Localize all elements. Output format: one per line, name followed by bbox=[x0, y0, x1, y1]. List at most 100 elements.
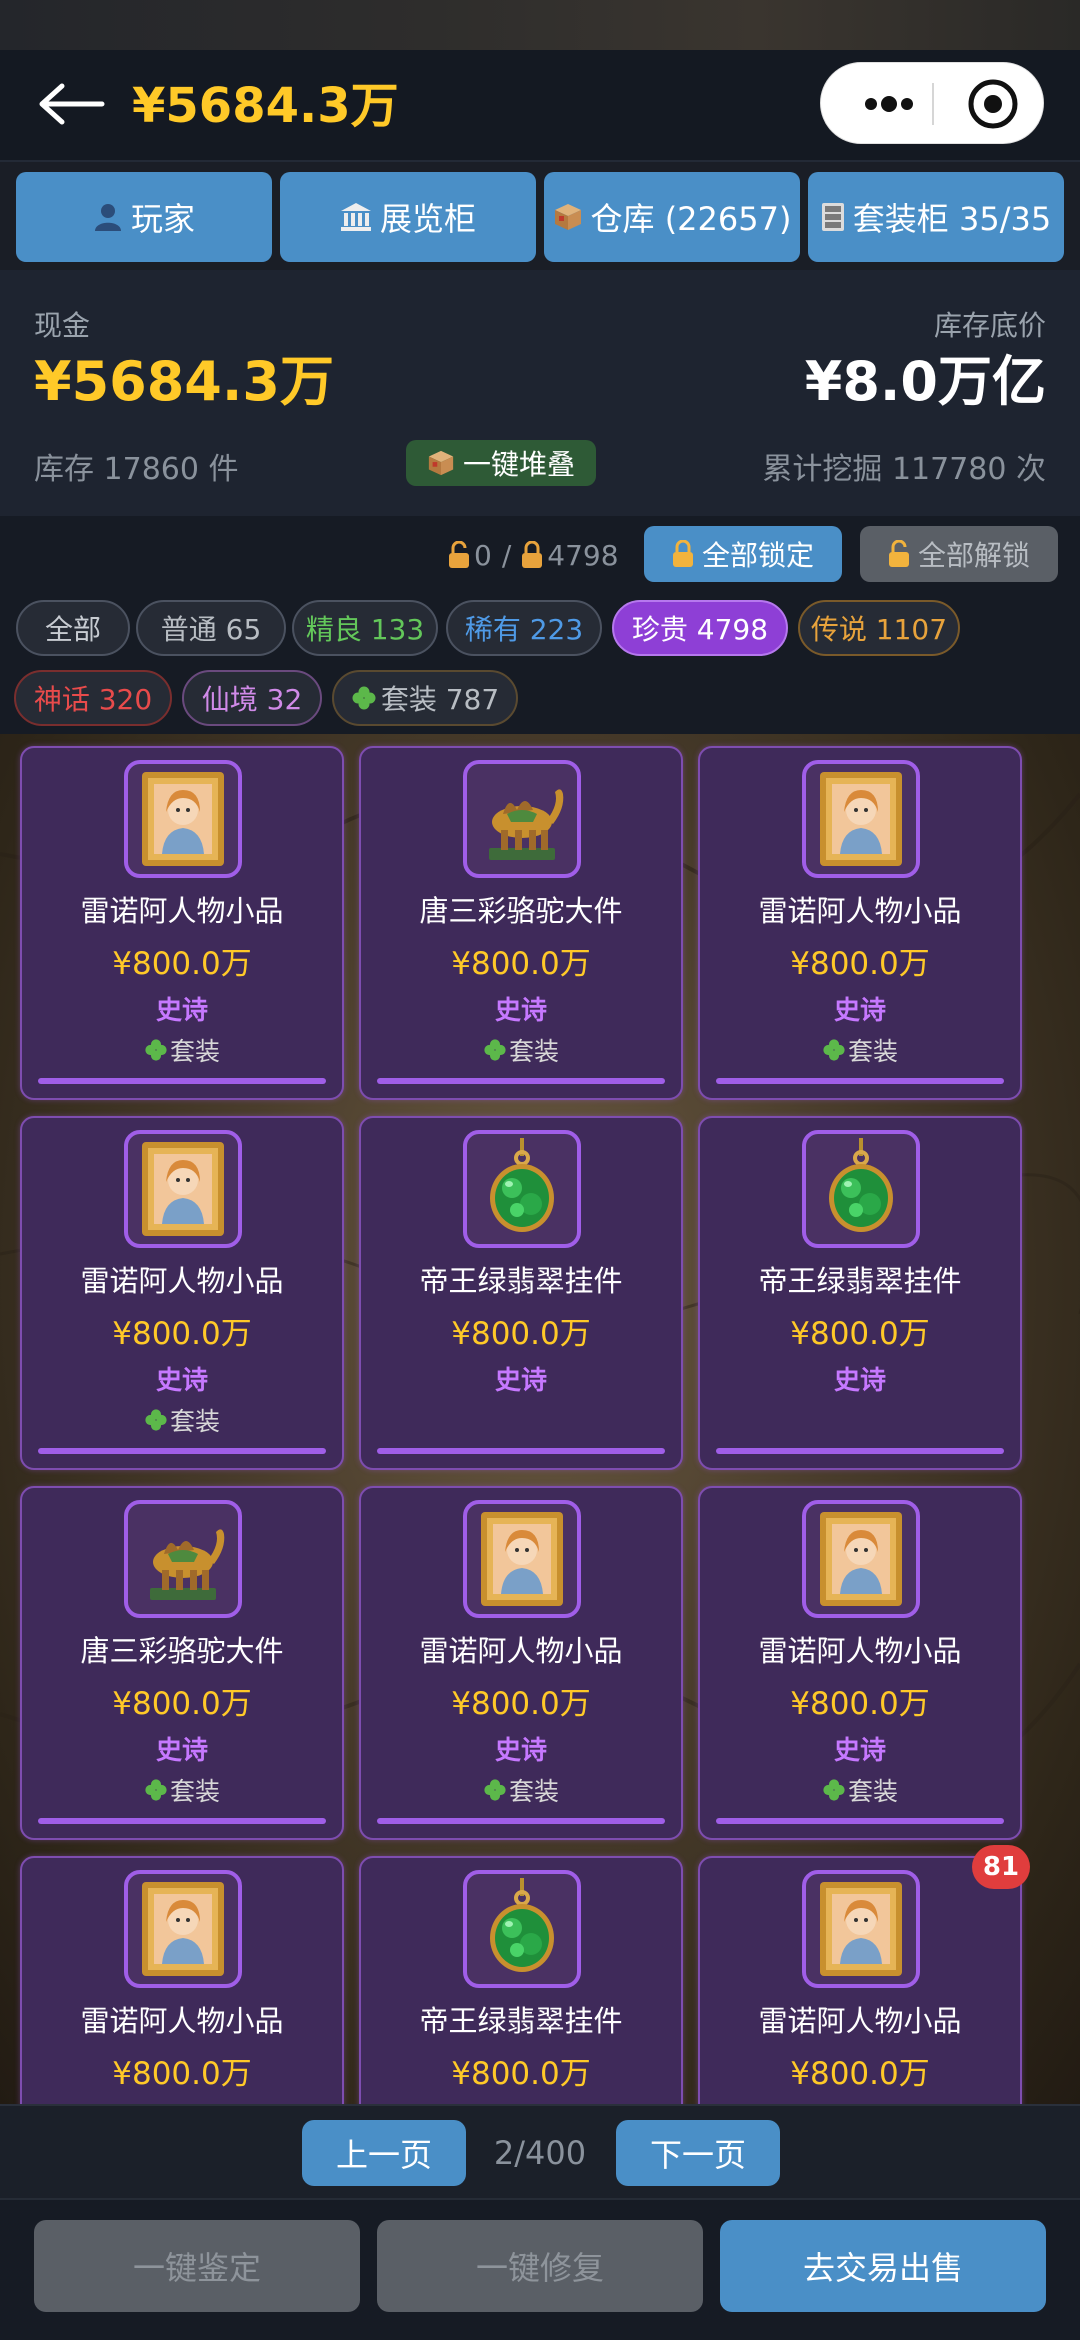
item-card[interactable]: 雷诺阿人物小品 ¥800.0万 史诗 套装 bbox=[698, 746, 1022, 1100]
item-set-label: 套装 bbox=[508, 1037, 559, 1066]
cash-value: ¥5684.3万 bbox=[34, 350, 334, 413]
item-name: 雷诺阿人物小品 bbox=[80, 2004, 284, 2038]
item-card[interactable]: 唐三彩骆驼大件 ¥800.0万 史诗 套装 bbox=[359, 746, 683, 1100]
item-set-label: 套装 bbox=[847, 1037, 898, 1066]
tab-set-cabinet[interactable]: 套装柜 35/35 bbox=[808, 172, 1064, 262]
stock-count: 库存 17860 件 bbox=[34, 452, 239, 487]
item-card[interactable]: 帝王绿翡翠挂件 ¥800.0万 史诗 bbox=[359, 1116, 683, 1470]
lock-toolbar: 0 / 4798 全部锁定 全部解锁 bbox=[0, 516, 1080, 594]
unlock-all-label: 全部解锁 bbox=[917, 539, 1030, 572]
item-rarity-bar bbox=[377, 1078, 665, 1084]
tab-label: 仓库 (22657) bbox=[590, 200, 792, 238]
filter-label: 套装 787 bbox=[380, 683, 500, 716]
item-name: 帝王绿翡翠挂件 bbox=[419, 2004, 623, 2038]
camel-statue-icon bbox=[463, 760, 581, 878]
item-set-tag: 套装 bbox=[22, 1402, 342, 1438]
tab-showcase[interactable]: 展览柜 bbox=[280, 172, 536, 262]
cabinet-icon bbox=[821, 203, 844, 231]
cash-label: 现金 bbox=[34, 309, 91, 342]
portrait-frame-icon bbox=[124, 1870, 242, 1988]
item-rarity-bar bbox=[377, 1448, 665, 1454]
repair-all-button[interactable]: 一键修复 bbox=[377, 2220, 703, 2312]
item-name: 雷诺阿人物小品 bbox=[80, 1264, 284, 1298]
go-trade-sell-button[interactable]: 去交易出售 bbox=[720, 2220, 1046, 2312]
clover-icon bbox=[145, 1409, 167, 1431]
miniprogram-capsule bbox=[820, 62, 1044, 144]
filter-all[interactable]: 全部 bbox=[16, 600, 130, 656]
portrait-frame-icon bbox=[802, 1500, 920, 1618]
jade-pendant-icon bbox=[802, 1130, 920, 1248]
filter-rare[interactable]: 稀有 223 bbox=[446, 600, 602, 656]
back-arrow-icon[interactable] bbox=[36, 74, 108, 134]
unlocked-count: 0 bbox=[474, 538, 492, 572]
portrait-frame-icon bbox=[802, 760, 920, 878]
item-card[interactable]: 雷诺阿人物小品 ¥800.0万 bbox=[20, 1856, 344, 2104]
unlock-all-button[interactable]: 全部解锁 bbox=[860, 526, 1058, 582]
item-rarity: 史诗 bbox=[494, 996, 547, 1026]
locked-padlock-icon bbox=[522, 541, 543, 568]
item-rarity-bar bbox=[716, 1448, 1004, 1454]
item-card[interactable]: 帝王绿翡翠挂件 ¥800.0万 史诗 bbox=[698, 1116, 1022, 1470]
filter-label: 神话 320 bbox=[33, 683, 153, 716]
item-card[interactable]: 雷诺阿人物小品 ¥800.0万 bbox=[698, 1856, 1022, 2104]
item-card[interactable]: 雷诺阿人物小品 ¥800.0万 史诗 套装 bbox=[20, 746, 344, 1100]
nav-tabs: 玩家 展览柜 仓库 (22657) 套装柜 35/35 bbox=[0, 172, 1080, 262]
filter-label: 精良 133 bbox=[305, 613, 425, 646]
item-card[interactable]: 帝王绿翡翠挂件 ¥800.0万 bbox=[359, 1856, 683, 2104]
more-menu-icon[interactable] bbox=[847, 63, 931, 145]
tab-label: 套装柜 35/35 bbox=[852, 200, 1052, 238]
filter-fine[interactable]: 精良 133 bbox=[292, 600, 438, 656]
lock-all-label: 全部锁定 bbox=[701, 539, 814, 572]
item-set-label: 套装 bbox=[169, 1037, 220, 1066]
lock-all-button[interactable]: 全部锁定 bbox=[644, 526, 842, 582]
portrait-frame-icon bbox=[124, 760, 242, 878]
stack-all-button[interactable]: 一键堆叠 bbox=[406, 440, 596, 486]
filter-label: 全部 bbox=[44, 613, 101, 646]
filter-precious[interactable]: 珍贵 4798 bbox=[612, 600, 788, 656]
filter-mythic[interactable]: 神话 320 bbox=[14, 670, 172, 726]
item-rarity: 史诗 bbox=[833, 996, 886, 1026]
box-icon bbox=[554, 204, 581, 230]
camel-statue-icon bbox=[124, 1500, 242, 1618]
item-rarity: 史诗 bbox=[155, 996, 208, 1026]
filter-common[interactable]: 普通 65 bbox=[136, 600, 286, 656]
page-indicator: 2/400 bbox=[493, 2134, 587, 2172]
prev-page-button[interactable]: 上一页 bbox=[302, 2120, 466, 2186]
item-card[interactable]: 唐三彩骆驼大件 ¥800.0万 史诗 套装 bbox=[20, 1486, 344, 1840]
clover-icon bbox=[145, 1779, 167, 1801]
item-card[interactable]: 雷诺阿人物小品 ¥800.0万 史诗 套装 bbox=[359, 1486, 683, 1840]
close-miniprogram-icon[interactable] bbox=[953, 63, 1033, 145]
item-price: ¥800.0万 bbox=[790, 1686, 930, 1722]
item-set-tag: 套装 bbox=[22, 1032, 342, 1068]
filter-legendary[interactable]: 传说 1107 bbox=[798, 600, 960, 656]
item-rarity: 史诗 bbox=[155, 1366, 208, 1396]
item-rarity: 史诗 bbox=[155, 1736, 208, 1766]
rarity-filter-bar: 全部 普通 65 精良 133 稀有 223 珍贵 4798 传说 1107 神… bbox=[0, 594, 1080, 734]
filter-label: 传说 1107 bbox=[810, 613, 948, 646]
lock-status: 0 / 4798 bbox=[448, 534, 619, 576]
item-price: ¥800.0万 bbox=[112, 1316, 252, 1352]
item-rarity: 史诗 bbox=[494, 1736, 547, 1766]
item-card[interactable]: 雷诺阿人物小品 ¥800.0万史诗套装 bbox=[20, 1116, 344, 1470]
tab-player[interactable]: 玩家 bbox=[16, 172, 272, 262]
item-set-label: 套装 bbox=[508, 1777, 559, 1806]
clover-icon bbox=[823, 1039, 845, 1061]
tab-warehouse[interactable]: 仓库 (22657) bbox=[544, 172, 800, 262]
floor-price-label: 库存底价 bbox=[933, 309, 1046, 342]
appraise-all-button[interactable]: 一键鉴定 bbox=[34, 2220, 360, 2312]
notification-badge[interactable]: 81 bbox=[972, 1845, 1030, 1889]
filter-set[interactable]: 套装 787 bbox=[332, 670, 518, 726]
portrait-frame-icon bbox=[124, 1130, 242, 1248]
item-rarity: 史诗 bbox=[833, 1366, 886, 1396]
item-name: 雷诺阿人物小品 bbox=[80, 894, 284, 928]
item-price: ¥800.0万 bbox=[451, 1316, 591, 1352]
lock-separator: / bbox=[501, 538, 512, 572]
filter-label: 珍贵 4798 bbox=[631, 613, 769, 646]
next-page-button[interactable]: 下一页 bbox=[616, 2120, 780, 2186]
tab-label: 玩家 bbox=[130, 200, 195, 238]
museum-icon bbox=[340, 203, 371, 231]
filter-wonderland[interactable]: 仙境 32 bbox=[182, 670, 322, 726]
item-card[interactable]: 雷诺阿人物小品 ¥800.0万 史诗 套装 bbox=[698, 1486, 1022, 1840]
item-name: 雷诺阿人物小品 bbox=[758, 2004, 962, 2038]
item-name: 唐三彩骆驼大件 bbox=[419, 894, 623, 928]
